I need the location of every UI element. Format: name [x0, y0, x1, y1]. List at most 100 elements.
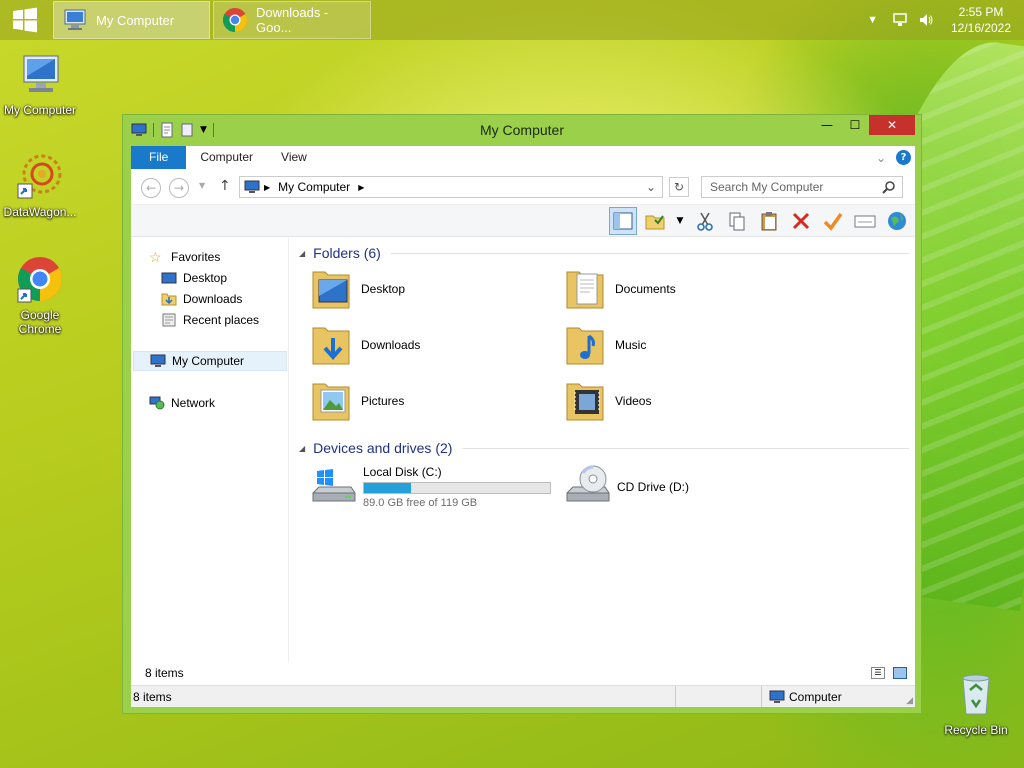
breadcrumb-chevron-icon[interactable]: ▶	[358, 183, 364, 192]
chrome-icon	[17, 257, 62, 303]
address-bar[interactable]: ▶ My Computer ▶ ⌄	[239, 176, 663, 198]
start-button[interactable]	[0, 0, 50, 40]
paste-icon	[761, 212, 777, 231]
delete-button[interactable]	[787, 207, 815, 235]
navigation-pane: ☆ Favorites Desktop Downloads Recent pla…	[131, 237, 289, 663]
ribbon-expand-icon[interactable]: ⌄	[876, 151, 886, 165]
icon-label: Google Chrome	[18, 308, 62, 336]
collapse-icon: ◢	[299, 248, 306, 258]
status-bar: 8 items Computer ◢	[131, 685, 915, 707]
clock-date: 12/16/2022	[950, 21, 1012, 35]
nav-label: Desktop	[183, 271, 228, 285]
volume-icon[interactable]	[918, 12, 934, 28]
resize-grip-icon[interactable]: ◢	[906, 695, 913, 706]
network-icon	[149, 396, 165, 410]
explorer-window: ▼ My Computer — ☐ ✕ File Computer View ⌄…	[122, 114, 922, 714]
nav-label: Recent places	[183, 313, 260, 327]
search-input[interactable]: Search My Computer	[701, 176, 903, 198]
datawagon-icon	[17, 154, 62, 199]
refresh-button[interactable]: ↻	[669, 177, 689, 197]
desktop-icon-chrome[interactable]: Google Chrome	[0, 255, 80, 336]
close-button[interactable]: ✕	[869, 115, 915, 135]
status-location: Computer	[789, 690, 842, 704]
nav-my-computer[interactable]: My Computer	[133, 351, 287, 371]
recent-places-icon	[162, 313, 176, 327]
folder-documents[interactable]: Documents	[563, 265, 676, 313]
address-dropdown-icon[interactable]: ⌄	[646, 180, 656, 194]
folder-downloads[interactable]: Downloads	[309, 321, 420, 369]
icon-label: My Computer	[3, 103, 77, 117]
scissors-icon	[697, 212, 713, 231]
task-label: My Computer	[96, 12, 175, 28]
breadcrumb-chevron-icon[interactable]: ▶	[264, 183, 270, 192]
taskbar-task-my-computer[interactable]: My Computer	[53, 1, 210, 39]
folder-videos[interactable]: Videos	[563, 377, 651, 425]
drive-usage-fill	[364, 483, 411, 493]
cd-drive-icon	[566, 465, 610, 502]
maximize-button[interactable]: ☐	[841, 115, 869, 135]
desktop-icon-datawagon[interactable]: DataWagon...	[0, 152, 80, 219]
select-button[interactable]	[641, 207, 669, 235]
select-dropdown-icon[interactable]: ▼	[673, 207, 687, 235]
tab-file[interactable]: File	[131, 146, 187, 169]
group-title: Folders (6)	[313, 245, 381, 261]
windows-logo-icon	[13, 7, 37, 33]
window-controls: — ☐ ✕	[813, 115, 915, 135]
show-hidden-icons-icon[interactable]: ▼	[867, 14, 878, 26]
system-tray: ▼ 2:55 PM 12/16/2022	[867, 0, 1024, 40]
nav-desktop[interactable]: Desktop	[161, 268, 227, 288]
tab-computer[interactable]: Computer	[186, 146, 267, 169]
nav-label: Favorites	[171, 250, 221, 264]
preview-pane-icon	[613, 212, 633, 230]
network-button[interactable]	[883, 207, 911, 235]
recent-locations-icon[interactable]: ▼	[199, 181, 205, 190]
breadcrumb-location[interactable]: My Computer	[278, 180, 350, 194]
checkmark-icon	[823, 212, 843, 231]
folder-pictures[interactable]: Pictures	[309, 377, 404, 425]
drive-local-disk[interactable]: Local Disk (C:) 89.0 GB free of 119 GB	[309, 463, 551, 511]
minimize-button[interactable]: —	[813, 115, 841, 135]
drive-cd[interactable]: CD Drive (D:)	[563, 463, 689, 511]
desktop-icon-recycle-bin[interactable]: Recycle Bin	[936, 670, 1016, 737]
folder-music[interactable]: Music	[563, 321, 646, 369]
title-bar[interactable]: ▼ My Computer — ☐ ✕	[123, 115, 921, 145]
large-icons-view-button[interactable]	[893, 667, 907, 679]
computer-icon	[23, 55, 59, 92]
taskbar-task-chrome[interactable]: Downloads - Goo...	[213, 1, 371, 39]
network-tray-icon[interactable]	[892, 12, 908, 28]
tab-view[interactable]: View	[267, 146, 321, 169]
folder-desktop[interactable]: Desktop	[309, 265, 405, 313]
computer-icon	[244, 180, 260, 193]
rename-button[interactable]	[819, 207, 847, 235]
desktop-icon	[161, 272, 177, 284]
nav-downloads[interactable]: Downloads	[161, 289, 242, 309]
downloads-folder-icon	[312, 327, 350, 365]
details-view-button[interactable]: ☰	[871, 667, 885, 679]
group-header-drives[interactable]: ◢ Devices and drives (2)	[299, 440, 909, 456]
nav-network[interactable]: Network	[149, 393, 215, 413]
folder-label: Music	[615, 338, 647, 352]
back-button[interactable]: ←	[141, 178, 161, 198]
forward-button[interactable]: →	[169, 178, 189, 198]
nav-favorites[interactable]: ☆ Favorites	[149, 247, 220, 267]
clock[interactable]: 2:55 PM 12/16/2022	[944, 4, 1018, 36]
nav-recent-places[interactable]: Recent places	[161, 310, 259, 330]
content-area: ☆ Favorites Desktop Downloads Recent pla…	[131, 237, 915, 663]
copy-button[interactable]	[723, 207, 751, 235]
desktop-icon-my-computer[interactable]: My Computer	[0, 50, 80, 117]
pictures-folder-icon	[312, 383, 350, 421]
properties-button[interactable]	[851, 207, 879, 235]
star-icon: ☆	[149, 249, 162, 265]
folder-label: Downloads	[361, 338, 421, 352]
preview-pane-button[interactable]	[609, 207, 637, 235]
drive-free-space: 89.0 GB free of 119 GB	[363, 497, 478, 509]
up-button[interactable]: ↑	[219, 178, 231, 194]
search-icon	[882, 181, 895, 194]
cut-button[interactable]	[691, 207, 719, 235]
paste-button[interactable]	[755, 207, 783, 235]
help-icon[interactable]: ?	[896, 150, 911, 165]
icon-label: DataWagon...	[3, 205, 77, 219]
item-count: 8 items	[145, 666, 184, 680]
computer-icon	[769, 690, 785, 703]
group-header-folders[interactable]: ◢ Folders (6)	[299, 245, 909, 261]
